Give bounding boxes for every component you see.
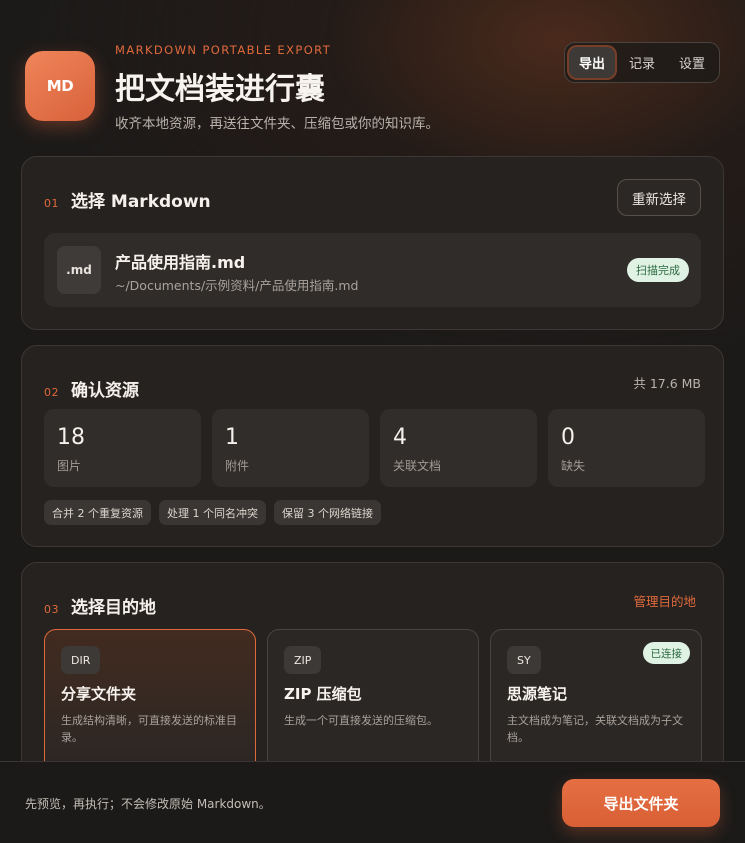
destination-description: 生成一个可直接发送的压缩包。 [284, 714, 438, 727]
destination-title: 思源笔记 [507, 685, 568, 703]
stat-missing[interactable]: 0 缺失 [548, 409, 705, 487]
stat-value: 18 [57, 425, 85, 450]
folder-tag-icon: DIR [61, 646, 101, 674]
footer-note: 先预览，再执行；不会修改原始 Markdown。 [25, 797, 271, 811]
export-folder-button[interactable]: 导出文件夹 [562, 779, 720, 827]
total-size: 共 17.6 MB [633, 376, 701, 391]
app-header: MD MARKDOWN PORTABLE EXPORT 把文档装进行囊 收齐本地… [25, 40, 720, 140]
destination-siyuan-card[interactable]: SY 已连接 思源笔记 主文档成为笔记，关联文档成为子文档。 [490, 629, 702, 779]
scan-status-badge: 扫描完成 [627, 258, 689, 282]
chip-network-links: 保留 3 个网络链接 [274, 500, 381, 525]
stat-value: 4 [393, 425, 407, 450]
reselect-button[interactable]: 重新选择 [617, 179, 701, 216]
stat-linked-docs[interactable]: 4 关联文档 [380, 409, 537, 487]
markdown-file-icon: .md [57, 246, 101, 294]
resource-stats: 18 图片 1 附件 4 关联文档 0 缺失 [44, 409, 705, 487]
destination-title: 分享文件夹 [61, 685, 137, 703]
siyuan-tag-icon: SY [507, 646, 541, 674]
eyebrow-text: MARKDOWN PORTABLE EXPORT [115, 43, 332, 57]
destination-description: 主文档成为笔记，关联文档成为子文档。 [507, 714, 683, 744]
section-title: 选择目的地 [71, 598, 156, 618]
page-title: 把文档装进行囊 [115, 72, 325, 107]
stat-attachments[interactable]: 1 附件 [212, 409, 369, 487]
stat-label: 缺失 [561, 459, 586, 473]
stat-label: 图片 [57, 459, 82, 473]
chip-merge-duplicates: 合并 2 个重复资源 [44, 500, 151, 525]
select-markdown-section: 01 选择 Markdown 重新选择 .md 产品使用指南.md ~/Docu… [21, 156, 724, 330]
stat-label: 附件 [225, 459, 250, 473]
destination-folder-card[interactable]: DIR 分享文件夹 生成结构清晰，可直接发送的标准目录。 [44, 629, 256, 779]
selected-file-row[interactable]: .md 产品使用指南.md ~/Documents/示例资料/产品使用指南.md… [44, 233, 701, 307]
step-number: 02 [44, 386, 59, 399]
chip-name-conflict: 处理 1 个同名冲突 [159, 500, 266, 525]
step-number: 01 [44, 197, 59, 210]
stat-value: 0 [561, 425, 575, 450]
file-path: ~/Documents/示例资料/产品使用指南.md [115, 278, 359, 293]
page-subtitle: 收齐本地资源，再送往文件夹、压缩包或你的知识库。 [115, 116, 439, 132]
stat-value: 1 [225, 425, 239, 450]
resource-chips: 合并 2 个重复资源 处理 1 个同名冲突 保留 3 个网络链接 [44, 500, 381, 525]
manage-destinations-link[interactable]: 管理目的地 [633, 591, 696, 610]
destination-options: DIR 分享文件夹 生成结构清晰，可直接发送的标准目录。 ZIP ZIP 压缩包… [44, 629, 702, 779]
section-heading: 02 确认资源 [44, 376, 139, 401]
tab-export[interactable]: 导出 [569, 47, 615, 78]
stat-images[interactable]: 18 图片 [44, 409, 201, 487]
stat-label: 关联文档 [393, 459, 442, 473]
section-heading: 01 选择 Markdown [44, 187, 211, 212]
file-name: 产品使用指南.md [115, 253, 246, 272]
step-number: 03 [44, 603, 59, 616]
destination-title: ZIP 压缩包 [284, 685, 362, 703]
destination-zip-card[interactable]: ZIP ZIP 压缩包 生成一个可直接发送的压缩包。 [267, 629, 479, 779]
nav-segmented-control: 导出 记录 设置 [564, 42, 720, 83]
tab-settings[interactable]: 设置 [669, 47, 715, 78]
tab-history[interactable]: 记录 [619, 47, 665, 78]
section-title: 确认资源 [71, 381, 139, 401]
zip-tag-icon: ZIP [284, 646, 322, 674]
confirm-resources-section: 02 确认资源 共 17.6 MB 18 图片 1 附件 4 关联文档 0 缺失… [21, 345, 724, 547]
app-logo: MD [25, 51, 95, 121]
destination-description: 生成结构清晰，可直接发送的标准目录。 [61, 714, 237, 744]
section-heading: 03 选择目的地 [44, 593, 156, 618]
section-title: 选择 Markdown [71, 192, 211, 212]
connected-badge: 已连接 [642, 642, 690, 664]
action-footer: 先预览，再执行；不会修改原始 Markdown。 导出文件夹 [0, 761, 745, 843]
